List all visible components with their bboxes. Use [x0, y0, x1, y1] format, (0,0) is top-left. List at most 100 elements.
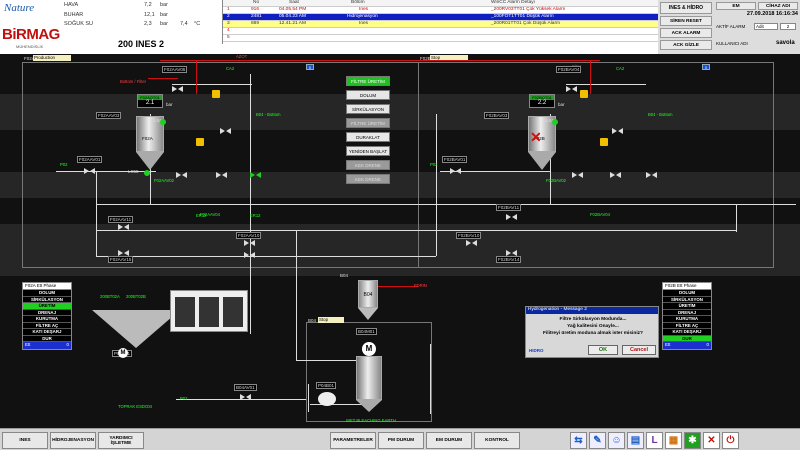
nav-control-button[interactable]: KONTROL — [474, 432, 520, 449]
cake-drain-button[interactable]: KEK DRENE — [346, 160, 390, 170]
valve[interactable] — [118, 224, 129, 231]
em-button[interactable]: EM — [716, 2, 756, 10]
settings-icon[interactable]: ✱ — [684, 432, 701, 449]
valve-tag[interactable]: F02AAV01 — [77, 156, 103, 163]
tools-icon[interactable]: ✎ — [589, 432, 606, 449]
valve[interactable] — [118, 250, 129, 257]
valve-tag[interactable]: F02BAV04 — [556, 66, 582, 73]
filter-production-button[interactable]: FİLTRE ÜRETİM — [346, 76, 390, 86]
active-alarm-select[interactable]: Adit — [754, 23, 778, 30]
valve[interactable] — [220, 128, 231, 135]
alarm-row[interactable]: 5 — [223, 35, 659, 42]
header-right-panel: INES & HİDRO SİREN RESET ACK ALARM ACK G… — [658, 0, 800, 54]
f02a-pressure-meter: F02AQT01 2.1 — [137, 94, 163, 108]
valve[interactable] — [172, 86, 183, 93]
valve[interactable] — [610, 172, 621, 179]
valve-tag[interactable]: P04B01 — [316, 382, 337, 389]
dialog-cancel-button[interactable]: Cancel — [622, 345, 656, 355]
navigate-icon[interactable]: ⇆ — [570, 432, 587, 449]
filling-button[interactable]: DOLUM — [346, 90, 390, 100]
f02b-fault-icon: ✕ — [530, 129, 542, 145]
f02b-blue-indicator[interactable]: 0 — [702, 64, 710, 70]
nav-ines-button[interactable]: INES — [2, 432, 48, 449]
footer-nav: INES HİDROJENASYON YARDIMCI İŞLETME PARA… — [0, 428, 800, 450]
valve[interactable] — [506, 214, 517, 221]
valve-tag[interactable]: F02BAV11 — [496, 204, 522, 211]
b04-vessel[interactable]: B04 — [358, 280, 378, 308]
circulation-button[interactable]: SİRKÜLASYON — [346, 104, 390, 114]
valve[interactable] — [612, 128, 623, 135]
f02a-status: Production — [33, 55, 71, 61]
nav-parameters-button[interactable]: PARAMETRELER — [330, 432, 376, 449]
alarm-row[interactable] — [223, 42, 659, 44]
valve-tag[interactable]: F02AAV05 — [162, 66, 188, 73]
valve[interactable] — [244, 240, 255, 247]
valve[interactable] — [244, 252, 255, 259]
b04-main-tank[interactable] — [356, 356, 382, 400]
valve[interactable] — [216, 172, 227, 179]
pause-button[interactable]: DURAKLAT — [346, 132, 390, 142]
close-icon[interactable]: ✕ — [703, 432, 720, 449]
f02a-blue-indicator[interactable]: 0 — [306, 64, 314, 70]
ack-alarm-button[interactable]: ACK ALARM — [660, 28, 712, 38]
power-icon[interactable]: ⏻ — [722, 432, 739, 449]
valve-tag[interactable]: F02AAV03 — [96, 112, 122, 119]
restart-button[interactable]: YENİDEN BAŞLAT — [346, 146, 390, 156]
mixer-motor-icon[interactable]: M — [362, 342, 376, 356]
f02a-lock-icon-2[interactable] — [196, 138, 204, 146]
valve[interactable] — [646, 172, 657, 179]
valve[interactable] — [240, 394, 251, 401]
f02a-lock-icon[interactable] — [212, 90, 220, 98]
ack-hide-button[interactable]: ACK GİZLE — [660, 40, 712, 50]
cake-drain-button-2[interactable]: KEK DRENE — [346, 174, 390, 184]
motor-icon[interactable]: M — [118, 348, 128, 358]
user-icon[interactable]: ☺ — [608, 432, 625, 449]
valve-tag[interactable]: F02BAV01 — [442, 156, 468, 163]
valve-tag[interactable]: F02AAV11 — [108, 216, 134, 223]
nitrogen-line — [378, 286, 418, 287]
valve[interactable] — [506, 250, 517, 257]
active-alarm-label: AKTİF ALARM — [716, 24, 746, 29]
valve-tag[interactable]: F02BAV10 — [456, 232, 482, 239]
nav-utilities-button[interactable]: YARDIMCI İŞLETME — [98, 432, 144, 449]
phase-footer: Ett 0 — [23, 342, 71, 349]
ines-hidro-button[interactable]: INES & HİDRO — [660, 2, 712, 14]
pump-icon[interactable] — [318, 392, 336, 406]
valve-tag[interactable]: F02AAV15 — [108, 256, 134, 263]
alarm-row[interactable]: 4 — [223, 28, 659, 35]
valve-tag[interactable]: B04M01 — [356, 328, 377, 335]
valve[interactable] — [466, 240, 477, 247]
valve[interactable] — [84, 168, 95, 175]
nav-em-status-button[interactable]: EM DURUM — [426, 432, 472, 449]
nitrogen-line — [590, 60, 591, 94]
valve[interactable] — [572, 172, 583, 179]
alarm-row[interactable]: 1 916 04.05.54 PM Ines _200RV03TT01 Çok … — [223, 7, 659, 14]
valve-tag[interactable]: B04AV01 — [234, 384, 257, 391]
f02b-lock-icon-2[interactable] — [600, 138, 608, 146]
nav-pm-status-button[interactable]: PM DURUM — [378, 432, 424, 449]
valve-tag[interactable]: F02BAV03 — [484, 112, 510, 119]
b04-top-label: B04 — [340, 273, 349, 278]
bottom-right-label: 200BT02B — [126, 294, 146, 299]
alarm-table[interactable]: No Saat Bölüm WinCC Alarm Detayı 1 916 0… — [222, 0, 659, 44]
top-red-label-a: Bottom / Filter — [120, 79, 147, 84]
screen-thumbnail[interactable] — [170, 290, 248, 332]
valve-open[interactable] — [250, 172, 261, 179]
valve-tag[interactable]: F02BAV14 — [496, 256, 522, 263]
f02b-lock-icon[interactable] — [580, 90, 588, 98]
alarm-row[interactable]: 3 889 12.41.21 AM Ines _200R01TT01 Çok D… — [223, 21, 659, 28]
valve[interactable] — [450, 168, 461, 175]
letter-l-icon[interactable]: L — [646, 432, 663, 449]
nav-hydrogenation-button[interactable]: HİDROJENASYON — [50, 432, 96, 449]
document-icon[interactable]: ▤ — [627, 432, 644, 449]
dialog-ok-button[interactable]: OK — [588, 345, 618, 355]
alarm-row[interactable]: 2 2481 05.04.23 AM Hidrojenasyon _100FOT… — [223, 14, 659, 21]
valve[interactable] — [566, 86, 577, 93]
siren-reset-button[interactable]: SİREN RESET — [660, 16, 712, 26]
valve[interactable] — [176, 172, 187, 179]
green-label: F02BAV02 — [546, 178, 566, 183]
filter-production-button-2[interactable]: FİLTRE ÜRETİM — [346, 118, 390, 128]
f02a-tank-label: F02A — [142, 136, 153, 141]
valve-tag[interactable]: F02AAV10 — [236, 232, 262, 239]
chart-icon[interactable]: ▦ — [665, 432, 682, 449]
